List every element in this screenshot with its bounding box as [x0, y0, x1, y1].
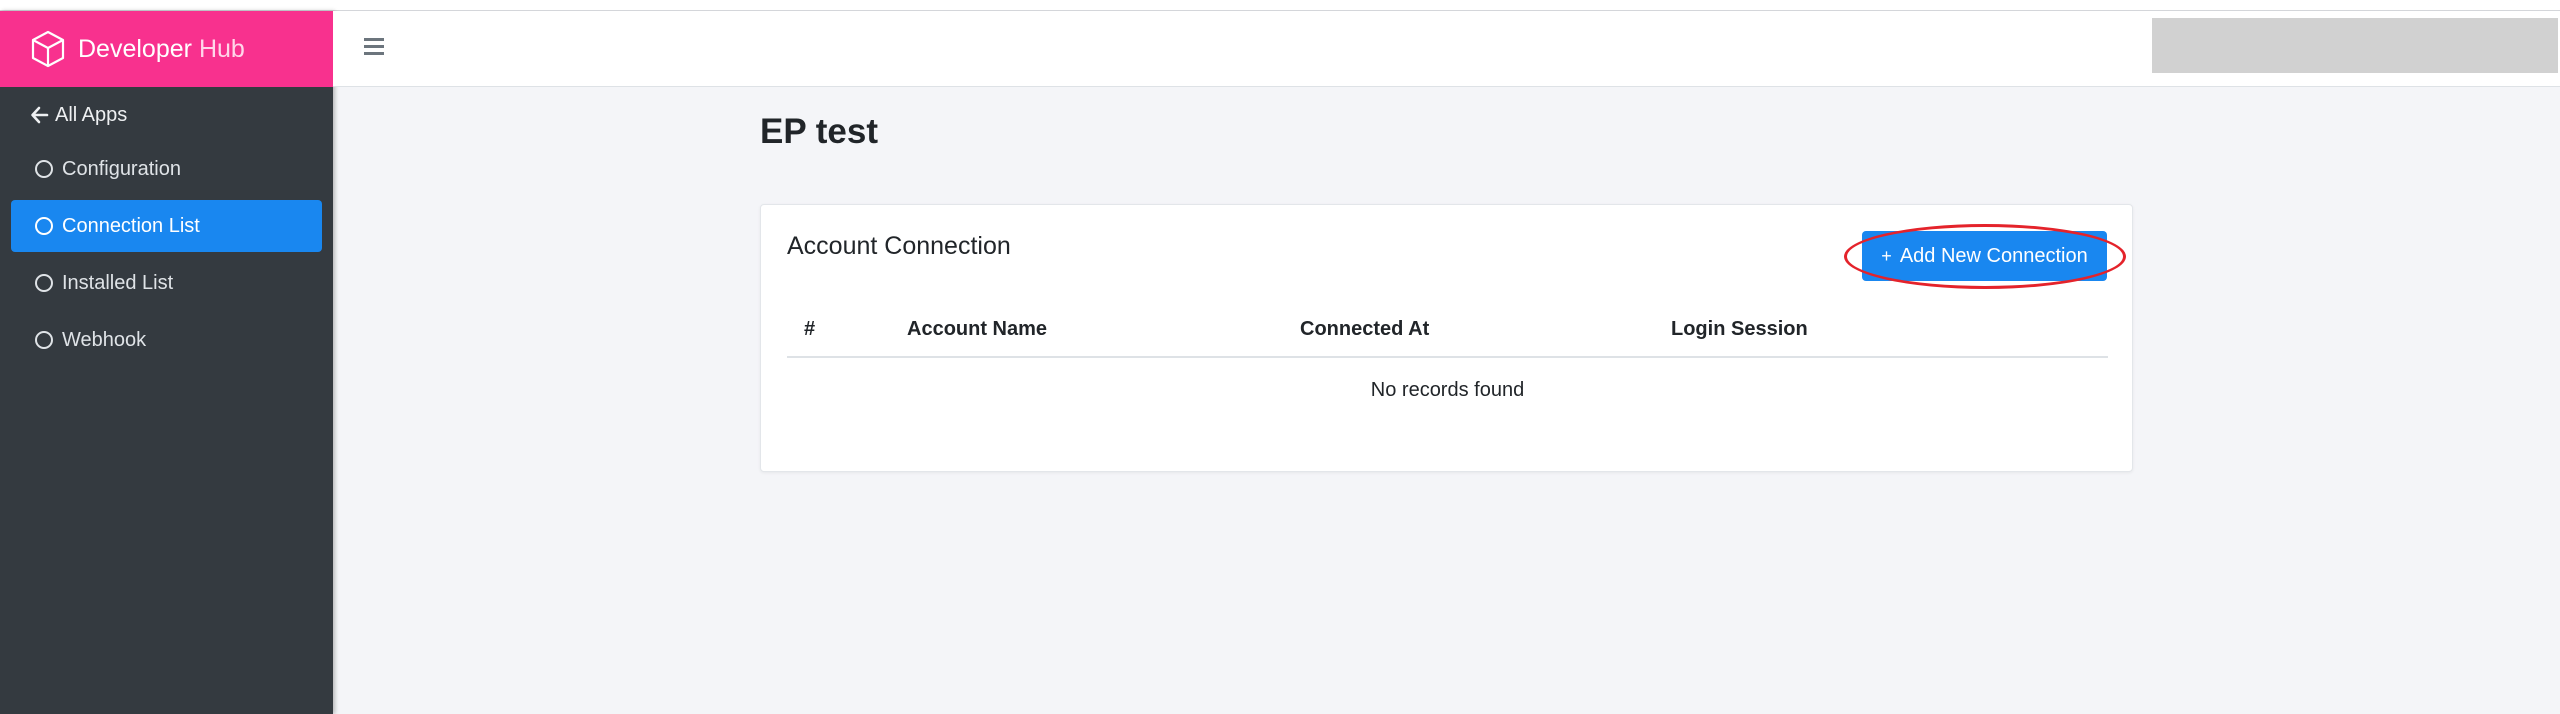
empty-table-message: No records found	[1370, 379, 1525, 401]
table-header: # Account Name Connected At Login Sessio…	[787, 300, 2108, 358]
column-header-index: #	[804, 318, 816, 340]
brand-name-primary: Developer	[78, 34, 192, 63]
brand-header[interactable]: Developer Hub	[0, 11, 333, 87]
user-menu-placeholder[interactable]	[2152, 18, 2558, 73]
sidebar-item-installed-list[interactable]: Installed List	[11, 257, 322, 309]
sidebar-item-connection-list[interactable]: Connection List	[11, 200, 322, 252]
column-header-login-session: Login Session	[1671, 318, 1808, 340]
sidebar: Developer Hub All Apps Configuration Con…	[0, 11, 333, 714]
top-navbar	[333, 11, 2560, 87]
arrow-left-icon	[31, 106, 49, 124]
sidebar-item-webhook[interactable]: Webhook	[11, 314, 322, 366]
brand-name-secondary: Hub	[198, 34, 245, 63]
card-title: Account Connection	[787, 232, 1011, 260]
account-connection-card: Account Connection + Add New Connection …	[760, 204, 2133, 472]
circle-icon	[35, 217, 53, 235]
page-title: EP test	[760, 112, 879, 151]
all-apps-link[interactable]: All Apps	[0, 87, 333, 143]
circle-icon	[35, 331, 53, 349]
add-button-label: Add New Connection	[1899, 244, 2088, 267]
top-edge	[0, 0, 2560, 11]
sidebar-item-label: Installed List	[62, 271, 174, 294]
sidebar-item-label: Connection List	[62, 214, 200, 237]
circle-icon	[35, 160, 53, 178]
add-new-connection-button[interactable]: + Add New Connection	[1862, 231, 2107, 281]
hamburger-icon[interactable]	[364, 38, 384, 56]
plus-icon: +	[1881, 245, 1892, 266]
sidebar-item-label: Configuration	[62, 157, 181, 180]
circle-icon	[35, 274, 53, 292]
sidebar-item-label: Webhook	[62, 328, 147, 351]
sidebar-item-configuration[interactable]: Configuration	[11, 143, 322, 195]
all-apps-label: All Apps	[55, 103, 128, 126]
cube-icon	[31, 30, 65, 68]
column-header-connected-at: Connected At	[1300, 318, 1430, 340]
column-header-account-name: Account Name	[907, 318, 1048, 340]
